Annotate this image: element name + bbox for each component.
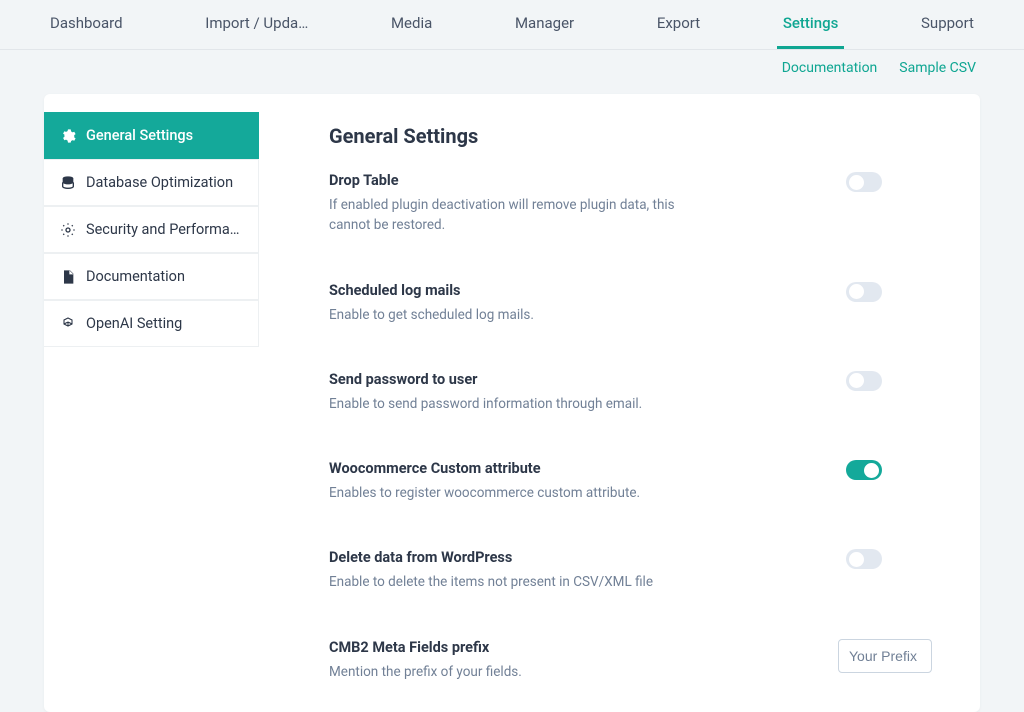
setting-send-password: Send password to user Enable to send pas… <box>329 371 932 414</box>
page-title: General Settings <box>329 124 932 148</box>
nav-support[interactable]: Support <box>915 14 980 49</box>
setting-drop-table: Drop Table If enabled plugin deactivatio… <box>329 172 932 236</box>
database-icon <box>60 175 76 191</box>
toggle-drop-table[interactable] <box>846 172 882 192</box>
openai-icon <box>60 316 76 332</box>
setting-scheduled-log: Scheduled log mails Enable to get schedu… <box>329 282 932 325</box>
sidebar-item-security[interactable]: Security and Performa… <box>44 206 259 253</box>
setting-title: Scheduled log mails <box>329 282 709 299</box>
sidebar-item-label: General Settings <box>86 127 193 144</box>
setting-desc: Mention the prefix of your fields. <box>329 662 709 682</box>
sidebar-item-label: OpenAI Setting <box>86 315 182 332</box>
sidebar-item-openai[interactable]: OpenAI Setting <box>44 300 259 347</box>
nav-import-update[interactable]: Import / Upda… <box>199 14 314 49</box>
setting-delete-data: Delete data from WordPress Enable to del… <box>329 549 932 592</box>
setting-desc: If enabled plugin deactivation will remo… <box>329 195 709 236</box>
setting-desc: Enable to send password information thro… <box>329 394 709 414</box>
settings-sidebar: General Settings Database Optimization S… <box>44 94 259 712</box>
setting-woo-attribute: Woocommerce Custom attribute Enables to … <box>329 460 932 503</box>
sidebar-item-general[interactable]: General Settings <box>44 112 259 159</box>
setting-title: CMB2 Meta Fields prefix <box>329 639 709 656</box>
nav-settings[interactable]: Settings <box>777 14 845 49</box>
setting-title: Woocommerce Custom attribute <box>329 460 709 477</box>
toggle-woo-attribute[interactable] <box>846 460 882 480</box>
top-nav: Dashboard Import / Upda… Media Manager E… <box>0 0 1024 50</box>
setting-title: Drop Table <box>329 172 709 189</box>
setting-title: Send password to user <box>329 371 709 388</box>
cmb2-prefix-input[interactable] <box>838 639 932 673</box>
nav-dashboard[interactable]: Dashboard <box>44 14 129 49</box>
link-sample-csv[interactable]: Sample CSV <box>899 60 976 76</box>
toggle-send-password[interactable] <box>846 371 882 391</box>
sidebar-item-database[interactable]: Database Optimization <box>44 159 259 206</box>
toggle-delete-data[interactable] <box>846 549 882 569</box>
toggle-scheduled-log[interactable] <box>846 282 882 302</box>
nav-media[interactable]: Media <box>385 14 438 49</box>
gear-icon <box>60 128 76 144</box>
file-icon <box>60 269 76 285</box>
sidebar-item-label: Documentation <box>86 268 185 285</box>
setting-cmb2-prefix: CMB2 Meta Fields prefix Mention the pref… <box>329 639 932 682</box>
sidebar-item-documentation[interactable]: Documentation <box>44 253 259 300</box>
sub-links: Documentation Sample CSV <box>0 50 1024 76</box>
sidebar-item-label: Database Optimization <box>86 174 233 191</box>
cog-icon <box>60 222 76 238</box>
settings-content: General Settings Drop Table If enabled p… <box>259 94 980 712</box>
setting-desc: Enables to register woocommerce custom a… <box>329 483 709 503</box>
setting-desc: Enable to delete the items not present i… <box>329 572 709 592</box>
nav-export[interactable]: Export <box>651 14 706 49</box>
setting-desc: Enable to get scheduled log mails. <box>329 305 709 325</box>
nav-manager[interactable]: Manager <box>509 14 580 49</box>
settings-card: General Settings Database Optimization S… <box>44 94 980 712</box>
link-documentation[interactable]: Documentation <box>782 60 878 76</box>
setting-title: Delete data from WordPress <box>329 549 709 566</box>
sidebar-item-label: Security and Performa… <box>86 221 239 238</box>
